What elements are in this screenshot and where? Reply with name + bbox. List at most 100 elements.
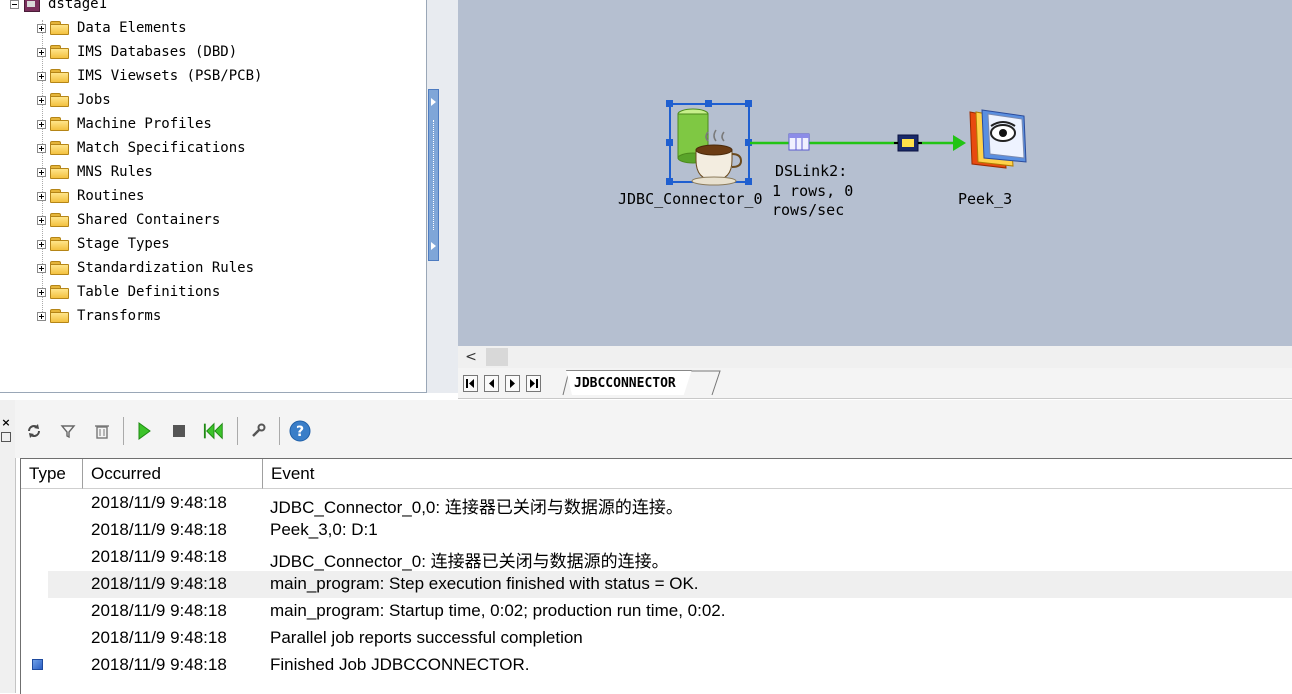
table-row[interactable]: 2018/11/9 9:48:18 main_program: Step exec…: [48, 571, 1292, 598]
delete-icon[interactable]: [91, 420, 113, 442]
expand-icon[interactable]: [37, 71, 46, 81]
tree-folder-label: IMS Viewsets (PSB/PCB): [77, 68, 263, 84]
tree-folder[interactable]: Standardization Rules: [37, 258, 254, 278]
event-cell: Peek_3,0: D:1: [270, 520, 378, 539]
folder-icon: [49, 308, 71, 324]
job-canvas[interactable]: JDBC_Connector_0 Peek_3 DSLink2: 1 rows,…: [458, 0, 1292, 346]
tree-folder[interactable]: Routines: [37, 186, 144, 206]
tree-folder-label: Match Specifications: [77, 140, 246, 156]
target-stage-label[interactable]: Peek_3: [958, 190, 1012, 208]
column-header-type[interactable]: Type: [21, 459, 83, 489]
log-side-strip: ×: [0, 400, 16, 693]
repository-tree: dstage1 Data Elements IMS Databases (DBD)…: [0, 0, 427, 393]
canvas-hscrollbar[interactable]: <: [458, 346, 1292, 368]
table-row[interactable]: 2018/11/9 9:48:18 JDBC_Connector_0,0: 连接器…: [48, 490, 1292, 517]
tree-folder[interactable]: Stage Types: [37, 234, 170, 254]
canvas-drawing: [666, 100, 1027, 186]
expand-arrow-icon: [431, 98, 436, 106]
source-stage-label[interactable]: JDBC_Connector_0: [618, 190, 763, 208]
folder-icon: [49, 164, 71, 180]
column-header-occurred[interactable]: Occurred: [83, 459, 263, 489]
table-row[interactable]: 2018/11/9 9:48:18 Peek_3,0: D:1: [48, 517, 1292, 544]
tree-folder-label: Jobs: [77, 92, 111, 108]
tab-jdbcconnector[interactable]: JDBCCONNECTOR: [566, 370, 692, 395]
expand-icon[interactable]: [37, 47, 46, 57]
tree-folder[interactable]: Shared Containers: [37, 210, 220, 230]
folder-icon: [49, 44, 71, 60]
collector-marker-icon: [894, 134, 922, 152]
table-row[interactable]: 2018/11/9 9:48:18 Finished Job JDBCCONNEC…: [32, 652, 1292, 679]
folder-icon: [49, 68, 71, 84]
event-cell: Parallel job reports successful completi…: [270, 628, 583, 647]
scroll-thumb[interactable]: [486, 348, 508, 366]
expand-icon[interactable]: [37, 23, 46, 33]
expand-icon[interactable]: [37, 95, 46, 105]
tree-folder[interactable]: Data Elements: [37, 18, 187, 38]
tree-folder-label: IMS Databases (DBD): [77, 44, 238, 60]
jdbc-connector-icon[interactable]: [677, 108, 743, 186]
folder-icon: [49, 188, 71, 204]
tree-root[interactable]: dstage1: [10, 0, 107, 14]
collapse-icon[interactable]: [10, 0, 19, 9]
tree-folder[interactable]: Jobs: [37, 90, 111, 110]
last-tab-button[interactable]: [526, 375, 541, 392]
tree-folder[interactable]: Machine Profiles: [37, 114, 212, 134]
tree-folder[interactable]: MNS Rules: [37, 162, 153, 182]
svg-text:?: ?: [296, 424, 304, 440]
column-header-event[interactable]: Event: [263, 459, 1292, 489]
tree-folder-label: Stage Types: [77, 236, 170, 252]
occurred-cell: 2018/11/9 9:48:18: [91, 574, 227, 593]
last-icon: [530, 379, 538, 388]
next-tab-button[interactable]: [505, 375, 520, 392]
event-cell: main_program: Startup time, 0:02; produc…: [270, 601, 726, 620]
event-cell: Finished Job JDBCCONNECTOR.: [270, 655, 530, 674]
expand-icon[interactable]: [37, 191, 46, 201]
splitter-handle[interactable]: [428, 89, 439, 261]
stop-icon[interactable]: [168, 420, 190, 442]
scroll-left-button[interactable]: <: [460, 348, 482, 366]
folder-icon: [49, 92, 71, 108]
tree-folder[interactable]: Table Definitions: [37, 282, 220, 302]
toolbar-separator: [237, 417, 238, 445]
tree-folder[interactable]: Match Specifications: [37, 138, 246, 158]
toolbar-separator: [123, 417, 124, 445]
tree-folder-label: Data Elements: [77, 20, 187, 36]
peek-stage-icon[interactable]: [969, 109, 1027, 169]
table-row[interactable]: 2018/11/9 9:48:18 Parallel job reports su…: [48, 625, 1292, 652]
expand-icon[interactable]: [37, 215, 46, 225]
folder-icon: [49, 140, 71, 156]
table-row[interactable]: 2018/11/9 9:48:18 main_program: Startup t…: [48, 598, 1292, 625]
panel-splitter[interactable]: [427, 0, 458, 393]
properties-icon[interactable]: [247, 420, 269, 442]
log-table[interactable]: Type Occurred Event 2018/11/9 9:48:18 JDB…: [20, 458, 1292, 694]
event-cell: JDBC_Connector_0: 连接器已关闭与数据源的连接。: [270, 552, 669, 571]
tree-folder[interactable]: Transforms: [37, 306, 161, 326]
tree-folder-label: Shared Containers: [77, 212, 221, 228]
filter-icon[interactable]: [57, 420, 79, 442]
expand-icon[interactable]: [37, 167, 46, 177]
expand-icon[interactable]: [37, 143, 46, 153]
run-icon[interactable]: [133, 420, 155, 442]
link-name[interactable]: DSLink2:: [775, 162, 847, 180]
tree-folder[interactable]: IMS Viewsets (PSB/PCB): [37, 66, 262, 86]
expand-icon[interactable]: [37, 311, 46, 321]
table-row[interactable]: 2018/11/9 9:48:18 JDBC_Connector_0: 连接器已关…: [48, 544, 1292, 571]
tree-folder[interactable]: IMS Databases (DBD): [37, 42, 237, 62]
occurred-cell: 2018/11/9 9:48:18: [91, 655, 227, 674]
pin-icon[interactable]: [1, 432, 11, 442]
expand-icon[interactable]: [37, 263, 46, 273]
previous-tab-button[interactable]: [484, 375, 499, 392]
info-icon: [32, 659, 43, 670]
close-icon[interactable]: ×: [0, 416, 12, 429]
expand-icon[interactable]: [37, 239, 46, 249]
first-tab-button[interactable]: [463, 375, 478, 392]
tree-folder-label: Machine Profiles: [77, 116, 212, 132]
folder-icon: [49, 284, 71, 300]
reset-icon[interactable]: [203, 420, 225, 442]
refresh-icon[interactable]: [23, 420, 45, 442]
tree-folder-label: MNS Rules: [77, 164, 153, 180]
expand-icon[interactable]: [37, 119, 46, 129]
tree-root-label: dstage1: [48, 0, 108, 12]
help-icon[interactable]: ?: [289, 420, 311, 442]
expand-icon[interactable]: [37, 287, 46, 297]
